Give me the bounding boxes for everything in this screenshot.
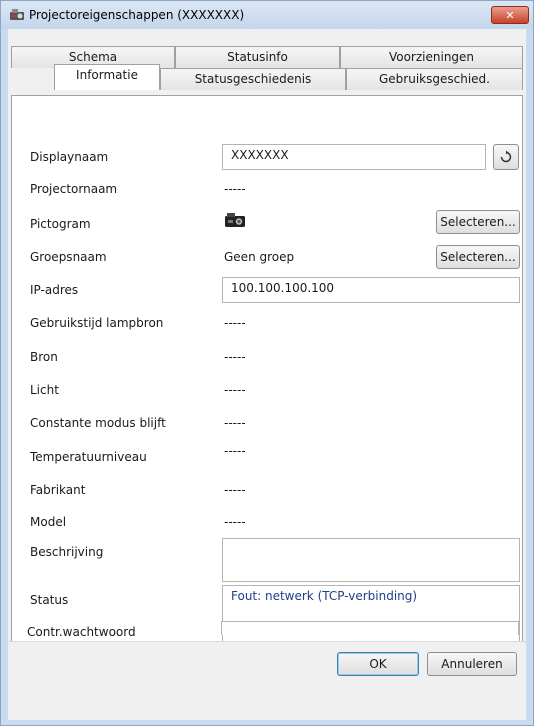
- tab-voorzieningen[interactable]: Voorzieningen: [340, 46, 523, 68]
- tab-gebruiksgeschiedenis[interactable]: Gebruiksgeschied.: [346, 68, 523, 90]
- refresh-button[interactable]: [493, 144, 519, 170]
- bron-label: Bron: [30, 350, 58, 364]
- projectornaam-value: -----: [224, 182, 246, 196]
- projector-app-icon: [9, 8, 25, 22]
- tab-statusgeschiedenis[interactable]: Statusgeschiedenis: [160, 68, 346, 90]
- dialog-body: Schema Statusinfo Voorzieningen Informat…: [8, 29, 526, 720]
- displaynaam-input[interactable]: XXXXXXX: [222, 144, 486, 170]
- ok-button[interactable]: OK: [337, 652, 419, 676]
- constante-label: Constante modus blijft: [30, 416, 166, 430]
- temperatuur-label: Temperatuurniveau: [30, 450, 147, 464]
- projectornaam-label: Projectornaam: [30, 182, 118, 196]
- tab-statusinfo[interactable]: Statusinfo: [175, 46, 340, 68]
- close-icon: ✕: [505, 8, 515, 22]
- window-title: Projectoreigenschappen (XXXXXXX): [29, 8, 245, 22]
- model-label: Model: [30, 515, 67, 529]
- status-label: Status: [30, 593, 69, 607]
- wachtwoord-label: Contr.wachtwoord: [27, 625, 136, 639]
- title-bar[interactable]: Projectoreigenschappen (XXXXXXX) ✕: [1, 1, 533, 29]
- licht-value: -----: [224, 383, 246, 397]
- lamp-label: Gebruikstijd lampbron: [30, 316, 164, 330]
- ip-value: 100.100.100.100: [231, 281, 335, 295]
- pictogram-label: Pictogram: [30, 217, 91, 231]
- fabrikant-label: Fabrikant: [30, 483, 86, 497]
- information-panel: Displaynaam XXXXXXX Projectornaam ----- …: [11, 95, 523, 687]
- lamp-value: -----: [224, 316, 246, 330]
- temperatuur-value: -----: [224, 444, 246, 458]
- fabrikant-value: -----: [224, 483, 246, 497]
- beschrijving-label: Beschrijving: [30, 545, 104, 559]
- tab-informatie[interactable]: Informatie: [54, 64, 160, 90]
- groepsnaam-value: Geen groep: [224, 250, 295, 264]
- projector-icon: [224, 210, 246, 233]
- displaynaam-label: Displaynaam: [30, 150, 109, 164]
- dialog-footer: OK Annuleren: [8, 641, 526, 720]
- refresh-icon: [500, 150, 512, 163]
- constante-value: -----: [224, 416, 246, 430]
- cancel-button[interactable]: Annuleren: [427, 652, 517, 676]
- bron-value: -----: [224, 350, 246, 364]
- ip-label: IP-adres: [30, 283, 79, 297]
- properties-window: Projectoreigenschappen (XXXXXXX) ✕ Schem…: [0, 0, 534, 726]
- ip-input[interactable]: 100.100.100.100: [222, 277, 520, 303]
- displaynaam-value: XXXXXXX: [231, 148, 289, 162]
- status-value: Fout: netwerk (TCP-verbinding): [231, 589, 418, 603]
- groepsnaam-label: Groepsnaam: [30, 250, 107, 264]
- close-button[interactable]: ✕: [491, 6, 529, 24]
- select-groep-button[interactable]: Selecteren...: [436, 245, 520, 269]
- select-pictogram-button[interactable]: Selecteren...: [436, 210, 520, 234]
- wachtwoord-input[interactable]: [221, 621, 519, 635]
- model-value: -----: [224, 515, 246, 529]
- licht-label: Licht: [30, 383, 59, 397]
- beschrijving-input[interactable]: [222, 538, 520, 582]
